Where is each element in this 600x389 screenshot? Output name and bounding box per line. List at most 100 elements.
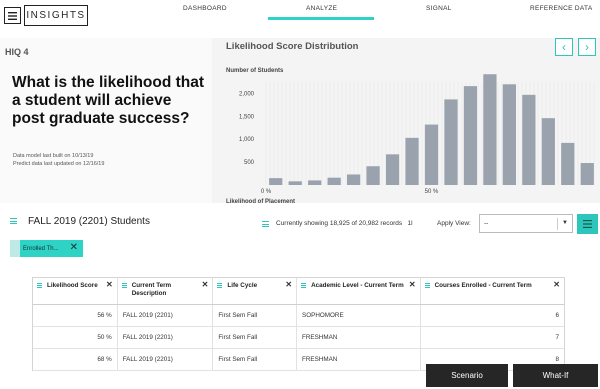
- tab-analyze[interactable]: ANALYZE: [306, 5, 337, 12]
- term-cell: FALL 2019 (2201): [118, 327, 214, 348]
- select-divider: [557, 218, 558, 230]
- close-icon[interactable]: ✕: [285, 281, 292, 289]
- chart-bar[interactable]: [308, 180, 322, 185]
- apply-view-value: --: [484, 220, 489, 227]
- chart-bar[interactable]: [502, 84, 516, 185]
- close-icon[interactable]: ✕: [409, 281, 416, 289]
- likelihood-score-cell: 50 %: [33, 327, 118, 348]
- column-header-label: Life Cycle: [227, 282, 258, 289]
- records-list-icon: [262, 221, 269, 229]
- column-menu-icon[interactable]: [121, 283, 127, 290]
- x-tick-label: 0 %: [261, 189, 272, 195]
- chart-bar[interactable]: [405, 137, 419, 185]
- column-menu-icon[interactable]: [217, 283, 223, 290]
- tab-reference-data[interactable]: REFERENCE DATA: [530, 5, 592, 12]
- table-row[interactable]: 50 % FALL 2019 (2201) First Sem Fall FRE…: [33, 327, 564, 349]
- view-menu-button[interactable]: [577, 214, 598, 234]
- chart-bar[interactable]: [288, 181, 302, 185]
- column-menu-icon[interactable]: [424, 283, 430, 290]
- close-icon[interactable]: ✕: [202, 281, 209, 289]
- y-tick-label: 2,000: [239, 91, 255, 97]
- academic-level-cell: FRESHMAN: [297, 349, 421, 370]
- column-menu-icon[interactable]: [37, 283, 42, 290]
- chevron-down-icon: ▼: [562, 220, 568, 226]
- column-header[interactable]: Current Term Description ✕: [118, 278, 214, 304]
- x-axis-label: Likelihood of Placement: [226, 199, 295, 205]
- question-text: What is the likelihood that a student wi…: [12, 74, 205, 127]
- chart-bar[interactable]: [561, 142, 575, 185]
- apply-view-select[interactable]: -- ▼: [479, 214, 573, 233]
- scenario-button[interactable]: Scenario: [426, 364, 508, 387]
- students-table: Likelihood Score ✕ Current Term Descripti…: [32, 277, 565, 371]
- chart-bar[interactable]: [424, 124, 439, 185]
- tab-signal[interactable]: SIGNAL: [426, 5, 452, 12]
- active-tab-indicator: [268, 17, 374, 20]
- chevron-right-icon[interactable]: ›: [578, 38, 596, 56]
- column-header-label: Academic Level - Current Term: [311, 282, 404, 289]
- likelihood-score-cell: 68 %: [33, 349, 118, 370]
- apply-view-label: Apply View:: [437, 220, 471, 227]
- academic-level-cell: FRESHMAN: [297, 327, 421, 348]
- chart-bar[interactable]: [541, 118, 555, 185]
- chart-bar[interactable]: [347, 174, 361, 185]
- records-count-suffix: 1l: [407, 220, 413, 227]
- chart-bar[interactable]: [580, 163, 594, 185]
- column-header-label: Current Term Description: [131, 282, 172, 297]
- filter-chip-label: Enrolled Th...: [23, 245, 59, 252]
- filter-chip[interactable]: Enrolled Th... ✕: [10, 240, 83, 257]
- list-icon: [10, 218, 17, 226]
- chart-bar[interactable]: [522, 94, 536, 185]
- close-icon[interactable]: ✕: [553, 281, 560, 289]
- y-tick-label: 1,000: [239, 137, 255, 143]
- y-tick-label: 500: [244, 160, 255, 166]
- courses-enrolled-cell: 6: [555, 312, 559, 319]
- life-cycle-cell: First Sem Fall: [213, 305, 298, 326]
- chevron-left-icon[interactable]: ‹: [555, 38, 573, 56]
- life-cycle-cell: First Sem Fall: [213, 349, 298, 370]
- y-tick-label: 1,500: [239, 114, 255, 120]
- table-row[interactable]: 56 % FALL 2019 (2201) First Sem Fall SOP…: [33, 305, 564, 327]
- chart-bar[interactable]: [269, 178, 283, 185]
- likelihood-chart: 2,000 1,500 1,000 500 0 % 50 % Number of Stu…: [226, 68, 595, 205]
- chart-bar[interactable]: [483, 74, 497, 185]
- term-cell: FALL 2019 (2201): [118, 349, 214, 370]
- predict-updated-date: Predict data last updated on 12/16/19: [13, 161, 105, 167]
- courses-enrolled-cell: 7: [555, 334, 559, 341]
- chip-handle: [10, 240, 20, 257]
- column-menu-icon[interactable]: [301, 283, 307, 290]
- hamburger-glyph: [8, 11, 17, 20]
- column-header-label: Courses Enrolled - Current Term: [434, 282, 532, 289]
- close-icon[interactable]: ✕: [106, 281, 113, 289]
- column-header-label: Likelihood Score: [47, 282, 98, 289]
- chart-y-ticks: 2,000 1,500 1,000 500: [239, 91, 255, 166]
- chart-bar[interactable]: [366, 166, 380, 185]
- model-built-date: Data model last built on 10/13/19: [13, 153, 94, 159]
- column-header[interactable]: Life Cycle ✕: [213, 278, 298, 304]
- what-if-button[interactable]: What-If: [513, 364, 598, 387]
- students-title: FALL 2019 (2201) Students: [28, 216, 150, 227]
- tab-dashboard[interactable]: DASHBOARD: [183, 5, 227, 12]
- chart-title: Likelihood Score Distribution: [226, 41, 359, 52]
- chart-bar[interactable]: [463, 86, 478, 185]
- records-count: Currently showing 18,925 of 20,982 recor…: [276, 220, 413, 227]
- academic-level-cell: SOPHOMORE: [297, 305, 421, 326]
- chart-bar[interactable]: [385, 154, 400, 185]
- top-navigation: INSIGHTS DASHBOARD ANALYZE SIGNAL REFERE…: [0, 0, 600, 30]
- chart-bar[interactable]: [444, 99, 458, 185]
- close-icon[interactable]: ✕: [70, 242, 78, 253]
- life-cycle-cell: First Sem Fall: [213, 327, 298, 348]
- likelihood-score-cell: 56 %: [33, 305, 118, 326]
- column-header[interactable]: Likelihood Score ✕: [33, 278, 118, 304]
- y-axis-label: Number of Students: [226, 68, 284, 74]
- table-header: Likelihood Score ✕ Current Term Descripti…: [33, 278, 564, 305]
- chart-x-ticks: 0 % 50 %: [261, 189, 439, 195]
- chart-bar[interactable]: [327, 177, 341, 185]
- x-tick-label: 50 %: [425, 189, 439, 195]
- column-header[interactable]: Courses Enrolled - Current Term ✕: [421, 278, 564, 304]
- term-cell: FALL 2019 (2201): [118, 305, 214, 326]
- column-header[interactable]: Academic Level - Current Term ✕: [297, 278, 421, 304]
- hamburger-icon[interactable]: [4, 7, 21, 24]
- list-menu-icon: [583, 220, 592, 228]
- app-title[interactable]: INSIGHTS: [24, 5, 88, 26]
- question-label: HIQ 4: [5, 47, 29, 57]
